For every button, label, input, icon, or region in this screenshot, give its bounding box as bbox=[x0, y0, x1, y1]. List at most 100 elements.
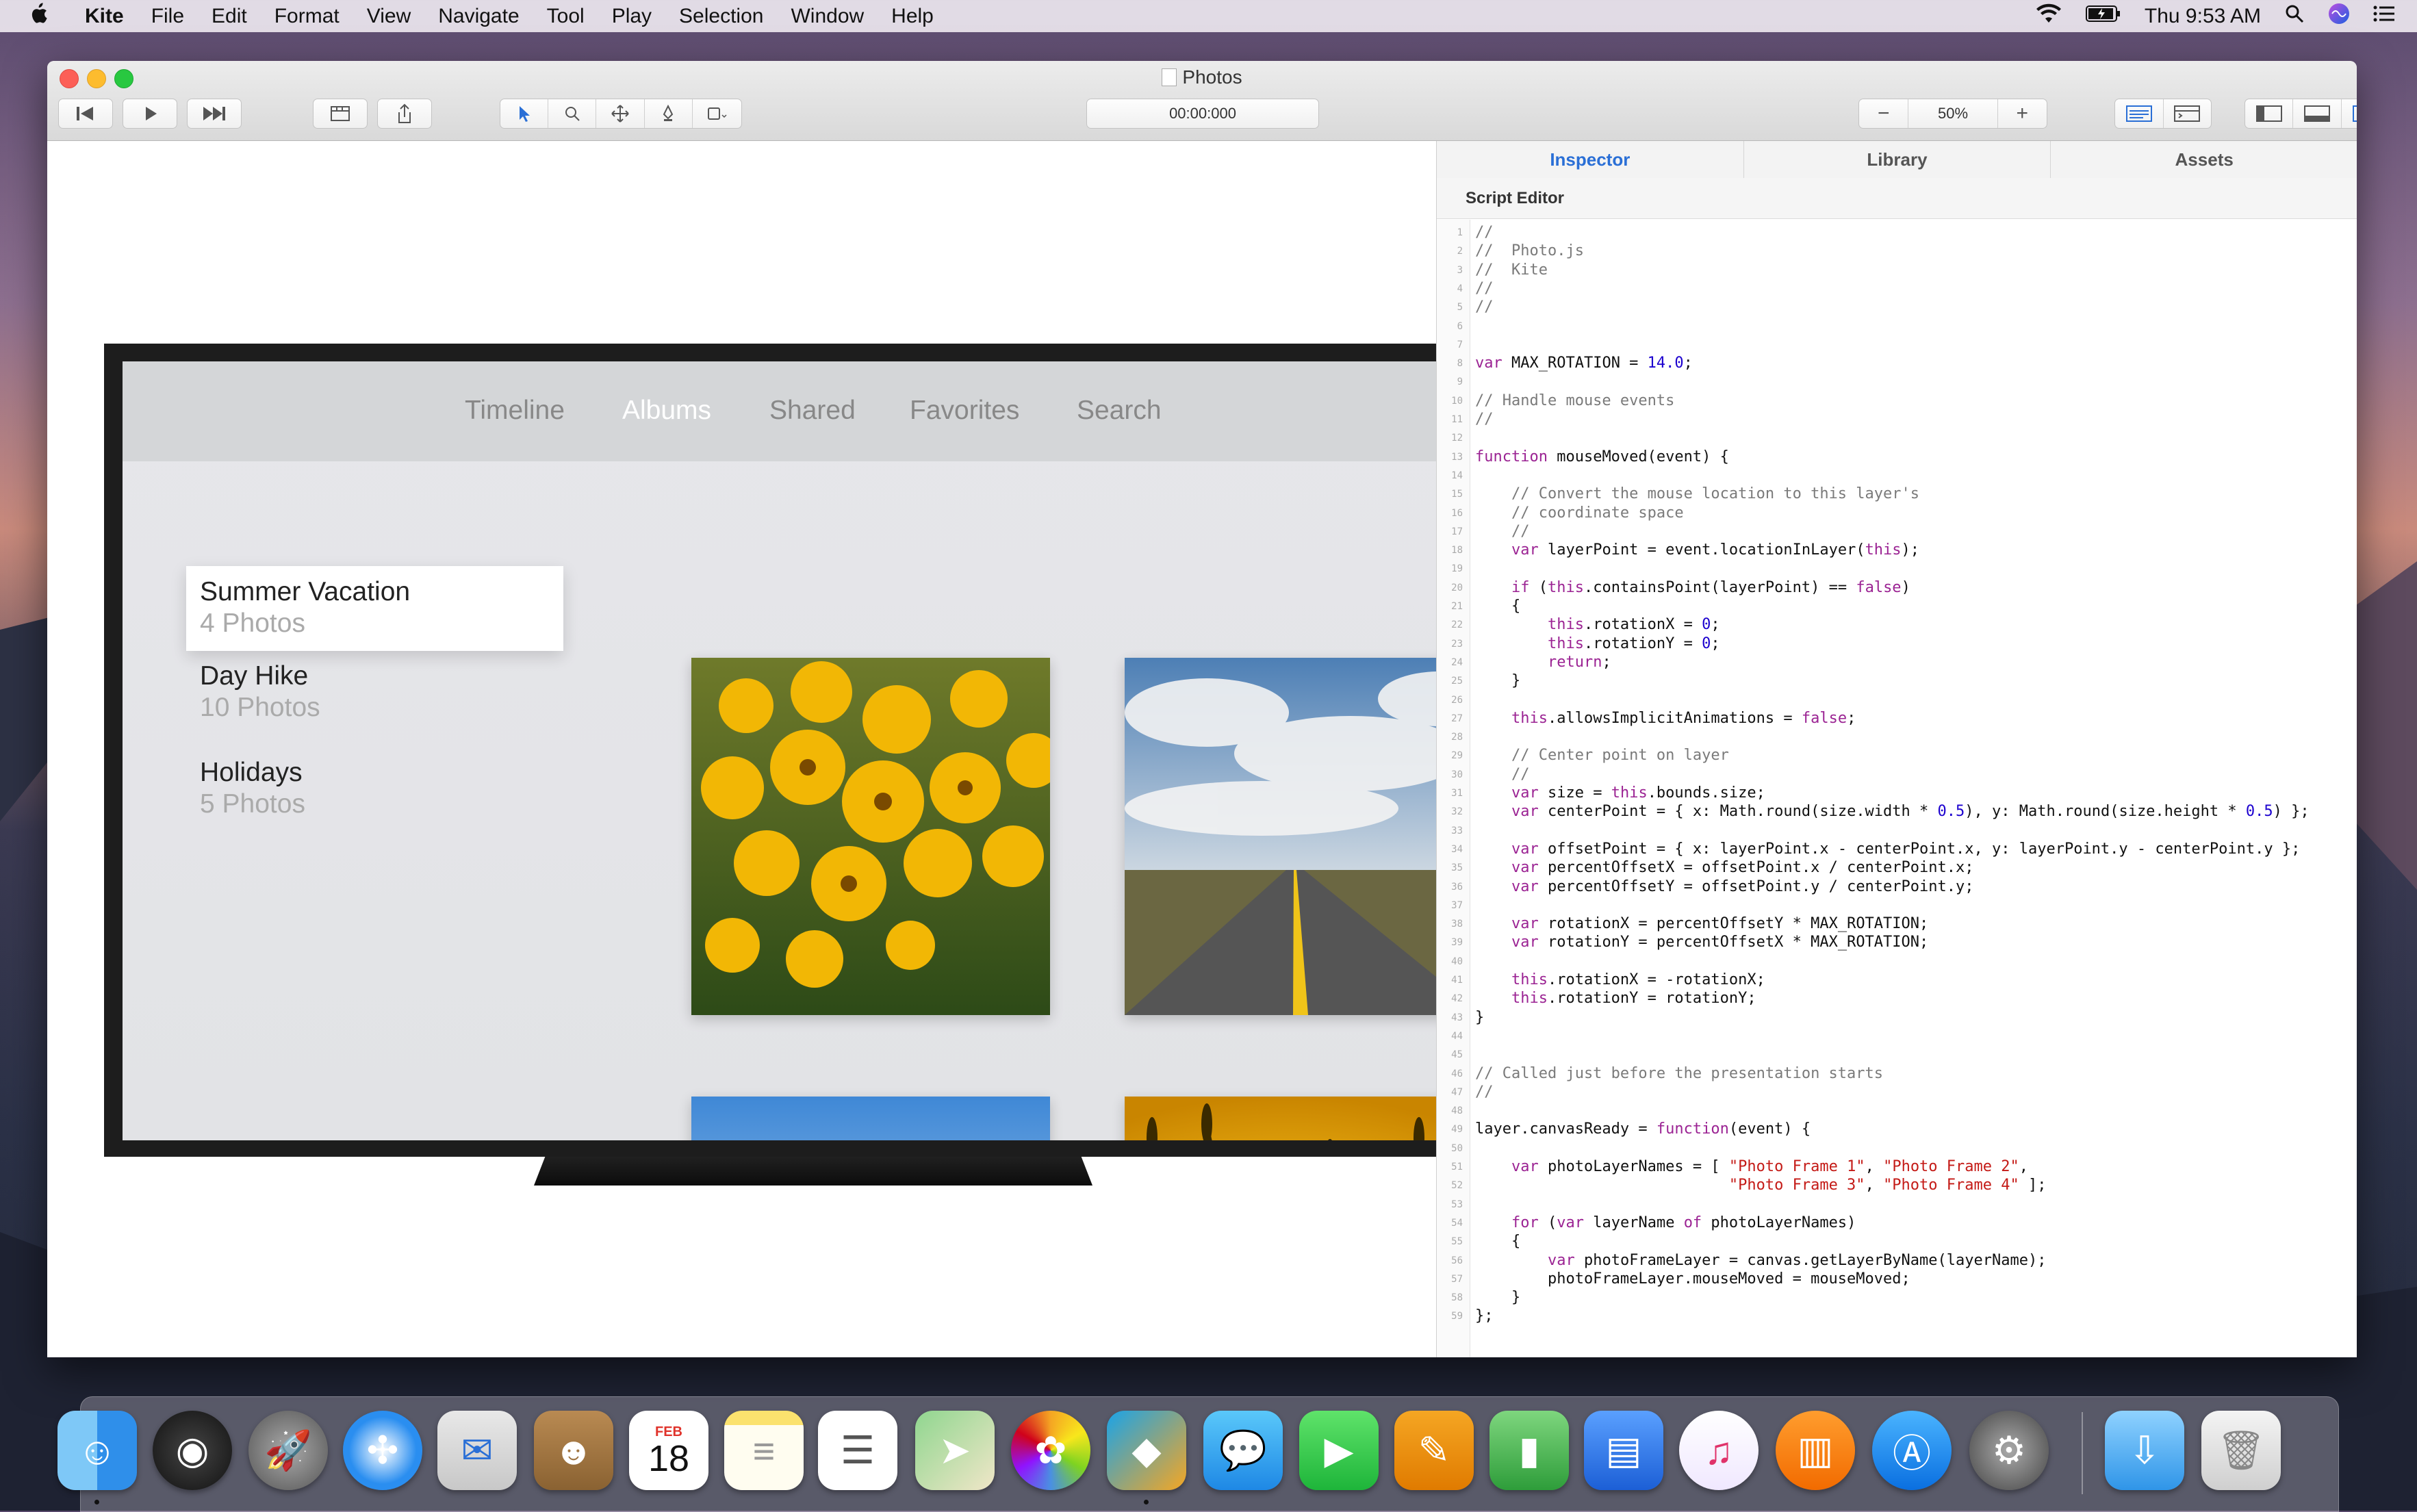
code-line[interactable]: var rotationY = percentOffsetX * MAX_ROT… bbox=[1475, 934, 1928, 951]
fast-forward-button[interactable] bbox=[187, 99, 242, 129]
app-store-icon[interactable]: Ⓐ bbox=[1872, 1411, 1952, 1490]
menu-format[interactable]: Format bbox=[261, 5, 353, 28]
kite-icon[interactable]: ◆ bbox=[1107, 1411, 1186, 1490]
siri-icon[interactable] bbox=[2328, 3, 2350, 30]
menu-edit[interactable]: Edit bbox=[198, 5, 261, 28]
code-line[interactable]: }; bbox=[1475, 1307, 1494, 1324]
code-line[interactable]: // Center point on layer bbox=[1475, 747, 1729, 764]
mail-icon[interactable]: ✉ bbox=[437, 1411, 517, 1490]
code-line[interactable]: var percentOffsetY = offsetPoint.y / cen… bbox=[1475, 878, 1974, 895]
code-line[interactable]: // bbox=[1475, 766, 1530, 783]
facetime-icon[interactable]: ▶ bbox=[1299, 1411, 1379, 1490]
app-menu-kite[interactable]: Kite bbox=[71, 5, 138, 28]
code-line[interactable]: } bbox=[1475, 1009, 1484, 1026]
battery-icon[interactable] bbox=[2085, 5, 2121, 28]
code-line[interactable]: // bbox=[1475, 280, 1494, 297]
tab-library[interactable]: Library bbox=[1744, 141, 2051, 178]
code-line[interactable]: // Handle mouse events bbox=[1475, 392, 1674, 409]
code-line[interactable]: // Photo.js bbox=[1475, 242, 1584, 259]
menu-tool[interactable]: Tool bbox=[533, 5, 598, 28]
inspector-view-toggle[interactable] bbox=[2115, 99, 2164, 128]
zoom-in-button[interactable]: + bbox=[1998, 99, 2047, 128]
code-line[interactable]: } bbox=[1475, 1289, 1520, 1306]
pen-tool[interactable] bbox=[645, 99, 693, 128]
code-line[interactable]: // bbox=[1475, 523, 1530, 540]
code-line[interactable]: // Kite bbox=[1475, 261, 1548, 279]
ibooks-icon[interactable]: ▥ bbox=[1776, 1411, 1855, 1490]
trash-icon[interactable]: 🗑 bbox=[2201, 1411, 2281, 1490]
code-line[interactable]: // bbox=[1475, 411, 1494, 428]
notification-center-icon[interactable] bbox=[2373, 5, 2395, 28]
share-button[interactable] bbox=[377, 99, 432, 129]
photo-frame-3[interactable] bbox=[691, 1097, 1050, 1140]
album-holidays[interactable]: Holidays 5 Photos bbox=[200, 758, 305, 819]
itunes-icon[interactable]: ♫ bbox=[1679, 1411, 1759, 1490]
menu-file[interactable]: File bbox=[138, 5, 198, 28]
wifi-icon[interactable] bbox=[2035, 3, 2062, 29]
code-line[interactable]: function mouseMoved(event) { bbox=[1475, 448, 1729, 465]
tab-assets[interactable]: Assets bbox=[2051, 141, 2357, 178]
album-summer-vacation[interactable]: Summer Vacation 4 Photos bbox=[186, 566, 563, 651]
siri-icon[interactable]: ◉ bbox=[153, 1411, 232, 1490]
zoom-out-button[interactable]: − bbox=[1859, 99, 1909, 128]
maps-icon[interactable]: ➤ bbox=[915, 1411, 995, 1490]
script-editor[interactable]: 1 2 3 4 5 6 7 8 9 10 11 12 13 14 15 16 17 18 19 20 21 22 23 24 2… bbox=[1437, 220, 2357, 1357]
code-line[interactable]: layer.canvasReady = function(event) { bbox=[1475, 1120, 1811, 1138]
toggle-bottom-panel[interactable] bbox=[2293, 99, 2342, 128]
menu-window[interactable]: Window bbox=[777, 5, 878, 28]
menu-view[interactable]: View bbox=[353, 5, 424, 28]
clock[interactable]: Thu 9:53 AM bbox=[2145, 5, 2261, 28]
code-line[interactable]: this.rotationX = 0; bbox=[1475, 616, 1720, 633]
numbers-icon[interactable]: ▮ bbox=[1489, 1411, 1569, 1490]
script-view-toggle[interactable] bbox=[2164, 99, 2212, 128]
present-button[interactable] bbox=[313, 99, 368, 129]
launchpad-icon[interactable]: 🚀 bbox=[248, 1411, 328, 1490]
code-line[interactable]: // bbox=[1475, 1084, 1494, 1101]
photo-frame-2[interactable] bbox=[1125, 658, 1436, 1015]
tv-tab-favorites[interactable]: Favorites bbox=[910, 396, 1019, 426]
tab-inspector[interactable]: Inspector bbox=[1437, 141, 1744, 178]
album-day-hike[interactable]: Day Hike 10 Photos bbox=[200, 661, 320, 723]
spotlight-icon[interactable] bbox=[2284, 3, 2305, 29]
finder-icon[interactable]: ☺ bbox=[57, 1411, 137, 1490]
code-line[interactable]: var offsetPoint = { x: layerPoint.x - ce… bbox=[1475, 841, 2300, 858]
calendar-icon[interactable]: FEB 18 bbox=[629, 1411, 708, 1490]
code-line[interactable]: var size = this.bounds.size; bbox=[1475, 784, 1765, 802]
tv-tab-albums[interactable]: Albums bbox=[622, 396, 711, 426]
menu-selection[interactable]: Selection bbox=[665, 5, 777, 28]
code-line[interactable]: this.rotationY = 0; bbox=[1475, 635, 1720, 652]
code-line[interactable]: { bbox=[1475, 1233, 1520, 1250]
code-line[interactable]: // Called just before the presentation s… bbox=[1475, 1065, 1883, 1082]
code-line[interactable]: var centerPoint = { x: Math.round(size.w… bbox=[1475, 803, 2310, 820]
notes-icon[interactable]: ≡ bbox=[724, 1411, 804, 1490]
messages-icon[interactable]: 💬 bbox=[1203, 1411, 1283, 1490]
code-line[interactable]: var photoLayerNames = [ "Photo Frame 1",… bbox=[1475, 1158, 2028, 1175]
photo-frame-4[interactable] bbox=[1125, 1097, 1436, 1140]
tv-tab-timeline[interactable]: Timeline bbox=[465, 396, 565, 426]
code-line[interactable]: { bbox=[1475, 598, 1520, 615]
contacts-icon[interactable]: ☻ bbox=[534, 1411, 613, 1490]
system-preferences-icon[interactable]: ⚙ bbox=[1969, 1411, 2049, 1490]
design-canvas[interactable]: Timeline Albums Shared Favorites Search … bbox=[47, 141, 1436, 1357]
code-line[interactable]: this.rotationY = rotationY; bbox=[1475, 990, 1756, 1007]
code-line[interactable]: photoFrameLayer.mouseMoved = mouseMoved; bbox=[1475, 1270, 1910, 1287]
zoom-level[interactable]: 50% bbox=[1908, 99, 1998, 128]
code-line[interactable]: } bbox=[1475, 672, 1520, 689]
select-tool[interactable] bbox=[500, 99, 549, 128]
reminders-icon[interactable]: ☰ bbox=[818, 1411, 897, 1490]
menu-play[interactable]: Play bbox=[598, 5, 665, 28]
safari-icon[interactable]: ✣ bbox=[343, 1411, 422, 1490]
code-line[interactable]: return; bbox=[1475, 654, 1611, 671]
zoom-tool[interactable] bbox=[548, 99, 597, 128]
code-line[interactable]: for (var layerName of photoLayerNames) bbox=[1475, 1214, 1856, 1231]
tv-tab-search[interactable]: Search bbox=[1077, 396, 1162, 426]
rewind-button[interactable] bbox=[58, 99, 113, 129]
toggle-right-panel[interactable] bbox=[2342, 99, 2357, 128]
pages-icon[interactable]: ✎ bbox=[1394, 1411, 1474, 1490]
keynote-icon[interactable]: ▤ bbox=[1584, 1411, 1663, 1490]
code-line[interactable]: // coordinate space bbox=[1475, 504, 1684, 522]
tv-screen[interactable]: Timeline Albums Shared Favorites Search … bbox=[123, 361, 1436, 1140]
code-line[interactable]: this.rotationX = -rotationX; bbox=[1475, 971, 1765, 988]
toggle-left-panel[interactable] bbox=[2245, 99, 2294, 128]
play-button[interactable] bbox=[123, 99, 177, 129]
